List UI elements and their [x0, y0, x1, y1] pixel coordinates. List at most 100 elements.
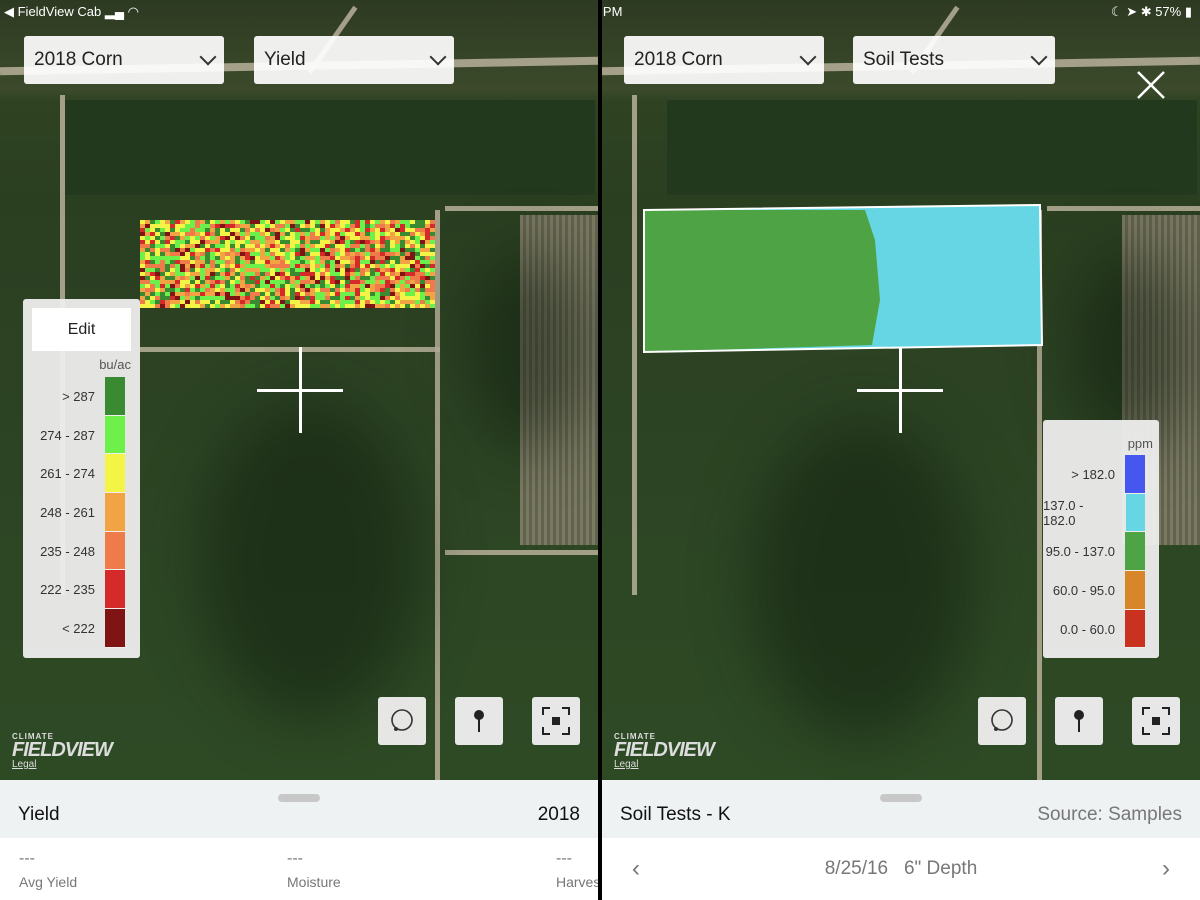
legend-item: 0.0 - 60.0	[1043, 609, 1145, 649]
yield-cell	[350, 292, 355, 296]
sheet-grab-handle[interactable]	[278, 794, 320, 802]
yield-cell	[300, 304, 305, 308]
yield-cell	[315, 232, 320, 236]
yield-cell	[370, 244, 375, 248]
yield-cell	[180, 260, 185, 264]
yield-cell	[255, 284, 260, 288]
yield-cell	[280, 292, 285, 296]
yield-cell	[250, 280, 255, 284]
yield-cell	[305, 256, 310, 260]
yield-cell	[190, 296, 195, 300]
yield-cell	[150, 232, 155, 236]
yield-cell	[390, 272, 395, 276]
yield-cell	[175, 288, 180, 292]
yield-cell	[340, 248, 345, 252]
focus-frame-icon	[542, 707, 570, 735]
yield-cell	[150, 244, 155, 248]
yield-cell	[320, 304, 325, 308]
previous-sample-button[interactable]: ‹	[632, 855, 640, 883]
yield-cell	[420, 272, 425, 276]
yield-cell	[330, 244, 335, 248]
yield-cell	[355, 288, 360, 292]
yield-cell	[305, 272, 310, 276]
yield-cell	[150, 280, 155, 284]
yield-cell	[280, 248, 285, 252]
yield-cell	[315, 288, 320, 292]
bottom-sheet: Soil Tests - K Source: Samples ‹ 8/25/16 …	[602, 780, 1200, 900]
legend-label: 222 - 235	[40, 582, 95, 598]
yield-cell	[245, 288, 250, 292]
yield-cell	[345, 292, 350, 296]
yield-cell	[225, 236, 230, 240]
yield-cell	[145, 232, 150, 236]
yield-cell	[280, 264, 285, 268]
yield-cell	[295, 300, 300, 304]
yield-cell	[250, 256, 255, 260]
yield-cell	[420, 264, 425, 268]
yield-cell	[340, 268, 345, 272]
yield-cell	[285, 264, 290, 268]
yield-cell	[240, 240, 245, 244]
yield-cell	[240, 304, 245, 308]
yield-cell	[375, 296, 380, 300]
lasso-button[interactable]	[978, 697, 1026, 745]
yield-cell	[145, 264, 150, 268]
yield-cell	[405, 224, 410, 228]
yield-cell	[405, 232, 410, 236]
yield-cell	[370, 284, 375, 288]
yield-cell	[390, 232, 395, 236]
yield-cell	[335, 232, 340, 236]
yield-cell	[265, 292, 270, 296]
yield-cell	[310, 296, 315, 300]
stat-harvest: ---Harvest	[556, 850, 598, 890]
yield-cell	[370, 256, 375, 260]
yield-cell	[360, 260, 365, 264]
yield-cell	[145, 240, 150, 244]
yield-cell	[315, 256, 320, 260]
drop-pin-button[interactable]	[1055, 697, 1103, 745]
yield-cell	[340, 304, 345, 308]
sheet-grab-handle[interactable]	[880, 794, 922, 802]
locate-field-button[interactable]	[1132, 697, 1180, 745]
yield-cell	[145, 300, 150, 304]
season-dropdown[interactable]: 2018 Corn	[24, 36, 224, 84]
layer-dropdown[interactable]: Soil Tests	[853, 36, 1055, 84]
yield-cell	[415, 256, 420, 260]
edit-legend-button[interactable]: Edit	[32, 308, 131, 351]
yield-cell	[365, 304, 370, 308]
yield-cell	[210, 296, 215, 300]
yield-cell	[205, 284, 210, 288]
layer-dropdown[interactable]: Yield	[254, 36, 454, 84]
yield-cell	[410, 228, 415, 232]
yield-cell	[245, 292, 250, 296]
yield-cell	[170, 240, 175, 244]
yield-cell	[200, 280, 205, 284]
yield-cell	[390, 224, 395, 228]
yield-cell	[320, 264, 325, 268]
yield-cell	[190, 252, 195, 256]
lasso-button[interactable]	[378, 697, 426, 745]
yield-cell	[335, 220, 340, 224]
yield-cell	[200, 224, 205, 228]
yield-cell	[275, 280, 280, 284]
yield-cell	[260, 276, 265, 280]
back-to-app[interactable]: ◀ FieldView Cab ▂▄ ◠	[4, 4, 139, 20]
locate-field-button[interactable]	[532, 697, 580, 745]
yield-cell	[405, 256, 410, 260]
yield-cell	[160, 220, 165, 224]
yield-cell	[300, 288, 305, 292]
yield-cell	[385, 220, 390, 224]
yield-cell	[140, 296, 145, 300]
yield-cell	[210, 292, 215, 296]
yield-cell	[225, 244, 230, 248]
yield-cell	[190, 264, 195, 268]
yield-cell	[375, 252, 380, 256]
yield-cell	[330, 300, 335, 304]
legend-item: < 222	[23, 609, 125, 648]
yield-cell	[320, 288, 325, 292]
drop-pin-button[interactable]	[455, 697, 503, 745]
yield-cell	[195, 256, 200, 260]
season-dropdown[interactable]: 2018 Corn	[624, 36, 824, 84]
next-sample-button[interactable]: ›	[1162, 855, 1170, 883]
close-icon[interactable]	[1136, 70, 1166, 100]
